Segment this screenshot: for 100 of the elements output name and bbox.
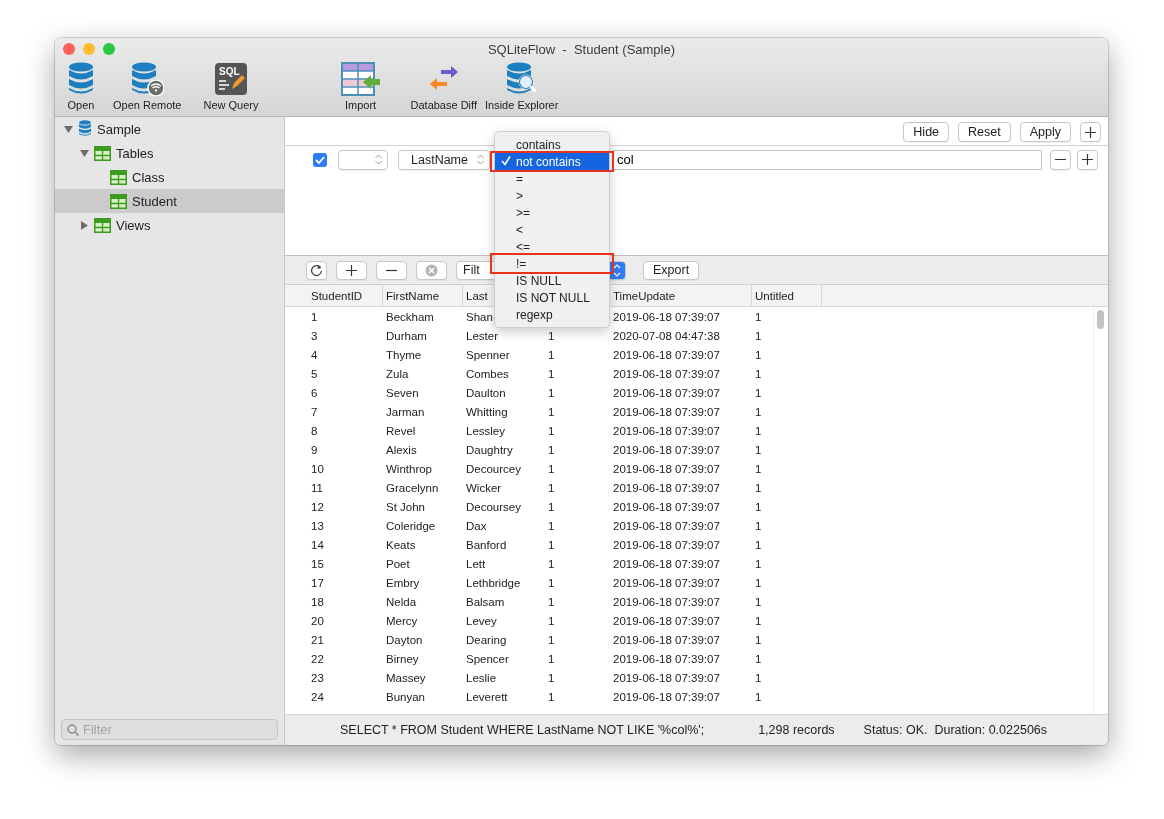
table-cell: Whitting	[466, 405, 508, 418]
menu-item[interactable]: >	[495, 187, 609, 204]
window-title: SQLiteFlow - Student (Sample)	[487, 42, 676, 59]
table-cell: Leverett	[466, 690, 508, 703]
panel-button[interactable]: Reset	[958, 122, 1011, 142]
menu-item[interactable]: <	[495, 221, 609, 238]
table-cell: Daughtry	[466, 443, 513, 456]
table-cell: 1	[755, 424, 762, 437]
table-cell: 3	[311, 329, 318, 342]
table-cell: 2019-06-18 07:39:07	[613, 405, 720, 418]
table-cell: Shan	[466, 310, 493, 323]
column-header[interactable]: TimeUpdate	[613, 289, 676, 302]
table-cell: Wicker	[466, 481, 502, 494]
table-cell: Decourcey	[466, 462, 521, 475]
table-cell: Mercy	[386, 614, 418, 627]
sql-query: SELECT * FROM Student WHERE LastName NOT LIKE '%col%';	[340, 723, 705, 737]
menu-item[interactable]: contains	[495, 136, 609, 153]
table-cell: 1	[548, 443, 555, 456]
table-cell: 2019-06-18 07:39:07	[613, 424, 720, 437]
column-header[interactable]: Last	[466, 289, 488, 302]
table-cell: 1	[548, 538, 555, 551]
table-cell: 1	[755, 538, 762, 551]
toolbar-button[interactable]: SQL New Query	[199, 59, 263, 111]
table-cell: 1	[755, 671, 762, 684]
table-cell: 1	[548, 633, 555, 646]
table-cell: 23	[311, 671, 324, 684]
table-cell: 7	[311, 405, 318, 418]
column-header[interactable]: Untitled	[755, 289, 794, 302]
menu-item[interactable]: !=	[495, 255, 609, 272]
table-cell: 1	[755, 348, 762, 361]
tree-item[interactable]: Student	[55, 189, 284, 213]
toolbar-button[interactable]: Import	[336, 59, 385, 111]
table-cell: 1	[755, 652, 762, 665]
table-cell: 2019-06-18 07:39:07	[613, 481, 720, 494]
toolbar-button[interactable]: Inside Explorer	[480, 59, 563, 111]
table-cell: 1	[755, 310, 762, 323]
table-cell: Spencer	[466, 652, 509, 665]
table-cell: 1	[755, 481, 762, 494]
table-cell: 8	[311, 424, 318, 437]
menu-item[interactable]: IS NULL	[495, 272, 609, 289]
table-cell: Lessley	[466, 424, 505, 437]
table-cell: 17	[311, 576, 324, 589]
table-cell: 1	[755, 614, 762, 627]
table-cell: Embry	[386, 576, 420, 589]
toolbar-button[interactable]: Open	[63, 59, 99, 111]
table-cell: 2019-06-18 07:39:07	[613, 443, 720, 456]
table-cell: 10	[311, 462, 324, 475]
menu-item[interactable]: <=	[495, 238, 609, 255]
tree-item[interactable]: Tables	[55, 141, 284, 165]
menu-item[interactable]: >=	[495, 204, 609, 221]
toolbar-button[interactable]: Database Diff	[406, 59, 481, 111]
table-cell: Coleridge	[386, 519, 436, 532]
table-cell: 15	[311, 557, 324, 570]
table-cell: Leslie	[466, 671, 497, 684]
export-button[interactable]: Export	[643, 260, 700, 280]
menu-item[interactable]: IS NOT NULL	[495, 289, 609, 306]
menu-item[interactable]: regexp	[495, 306, 609, 323]
tree-item[interactable]: Views	[55, 213, 284, 237]
table-cell: 1	[548, 576, 555, 589]
table-cell: Lett	[466, 557, 486, 570]
table-cell: 1	[548, 595, 555, 608]
table-cell: 24	[311, 690, 324, 703]
table-cell: 1	[548, 557, 555, 570]
menu-item[interactable]: =	[495, 170, 609, 187]
column-header[interactable]: StudentID	[311, 289, 363, 302]
table-cell: 2019-06-18 07:39:07	[613, 519, 720, 532]
table-cell: 1	[755, 519, 762, 532]
table-cell: 1	[755, 633, 762, 646]
table-cell: 1	[755, 386, 762, 399]
table-cell: 2019-06-18 07:39:07	[613, 690, 720, 703]
table-cell: 12	[311, 500, 324, 513]
table-cell: 1	[311, 310, 318, 323]
table-cell: 2019-06-18 07:39:07	[613, 557, 720, 570]
table-cell: 13	[311, 519, 324, 532]
table-cell: Keats	[386, 538, 416, 551]
table-cell: Dax	[466, 519, 487, 532]
table-cell: 4	[311, 348, 318, 361]
table-cell: 1	[755, 405, 762, 418]
column-popup[interactable]: LastName	[398, 149, 490, 170]
table-cell: 1	[548, 405, 555, 418]
value-field[interactable]: col	[612, 149, 1042, 170]
table-cell: 2019-06-18 07:39:07	[613, 348, 720, 361]
table-cell: 1	[755, 557, 762, 570]
table-cell: Dearing	[466, 633, 507, 646]
table-cell: Levey	[466, 614, 497, 627]
table-cell: 1	[755, 329, 762, 342]
tree-item[interactable]: Class	[55, 165, 284, 189]
table-cell: 1	[755, 443, 762, 456]
panel-button[interactable]: Hide	[903, 122, 950, 142]
sql-editor-icon: SQL	[214, 62, 248, 96]
tree-item[interactable]: Sample	[55, 117, 284, 141]
table-cell: 2019-06-18 07:39:07	[613, 462, 720, 475]
table-cell: Gracelynn	[386, 481, 439, 494]
panel-button[interactable]: Apply	[1019, 122, 1071, 142]
column-header[interactable]: FirstName	[386, 289, 440, 302]
table-cell: Nelda	[386, 595, 417, 608]
filter-field[interactable]: Filter	[61, 719, 278, 740]
table-cell: Alexis	[386, 443, 417, 456]
table-cell: 2019-06-18 07:39:07	[613, 595, 720, 608]
toolbar-button[interactable]: Open Remote	[109, 59, 186, 111]
